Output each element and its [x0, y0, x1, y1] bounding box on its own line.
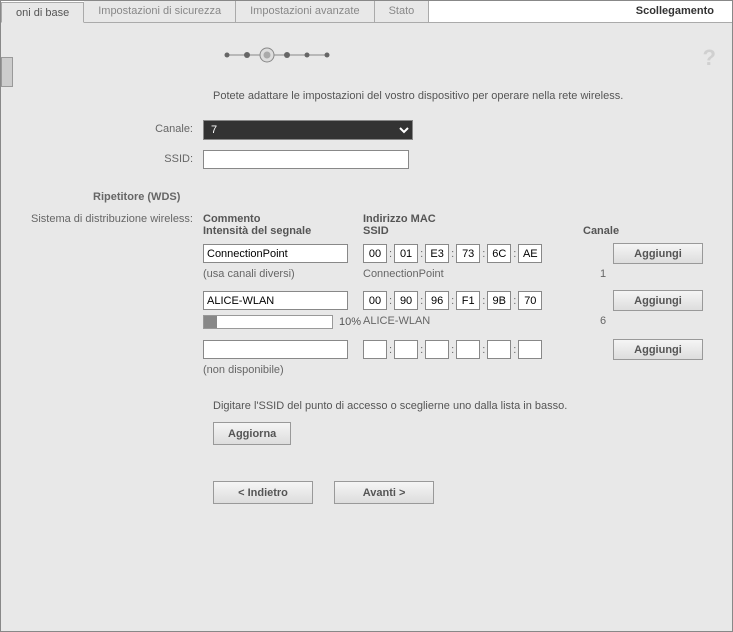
tab-advanced[interactable]: Impostazioni avanzate [236, 1, 374, 22]
colon: : [513, 248, 516, 260]
mac-octet-input[interactable] [518, 291, 542, 310]
wizard-steps [223, 47, 710, 63]
col-channel: Canale [583, 225, 643, 237]
colon: : [482, 344, 485, 356]
colon: : [482, 295, 485, 307]
colon: : [513, 295, 516, 307]
tab-basic[interactable]: oni di base [1, 2, 84, 23]
refresh-button[interactable]: Aggiorna [213, 422, 291, 445]
col-comment: Commento [203, 213, 363, 225]
help-icon[interactable]: ? [703, 45, 716, 71]
colon: : [389, 248, 392, 260]
mac-octet-input[interactable] [363, 340, 387, 359]
mac-octet-input[interactable] [487, 244, 511, 263]
wds-info-channel: 1 [573, 268, 633, 280]
mac-octet-input[interactable] [425, 244, 449, 263]
wds-note: (non disponibile) [203, 364, 363, 376]
wds-info-channel: 6 [573, 315, 633, 329]
wds-row: ::::: Aggiungi [203, 243, 710, 264]
wds-row-info: (usa canali diversi)ConnectionPoint1 [203, 268, 710, 280]
mac-octet-input[interactable] [394, 291, 418, 310]
signal-bar [203, 315, 333, 329]
mac-octet-input[interactable] [456, 291, 480, 310]
channel-select[interactable]: 7 [203, 120, 413, 140]
wds-row-info: 10%ALICE-WLAN6 [203, 315, 710, 329]
mac-octet-input[interactable] [394, 340, 418, 359]
colon: : [389, 295, 392, 307]
wds-row: ::::: Aggiungi [203, 339, 710, 360]
add-button[interactable]: Aggiungi [613, 290, 703, 311]
col-ssid: SSID [363, 225, 583, 237]
mac-octet-input[interactable] [363, 244, 387, 263]
mac-octet-input[interactable] [518, 244, 542, 263]
colon: : [451, 248, 454, 260]
wds-info-ssid: ALICE-WLAN [363, 315, 573, 329]
wds-comment-input[interactable] [203, 340, 348, 359]
colon: : [420, 295, 423, 307]
wds-row-info: (non disponibile) [203, 364, 710, 376]
wds-info-ssid [363, 364, 573, 376]
signal-pct: 10% [339, 316, 361, 328]
wds-comment-input[interactable] [203, 244, 348, 263]
colon: : [513, 344, 516, 356]
colon: : [451, 295, 454, 307]
ssid-input[interactable] [203, 150, 409, 169]
add-button[interactable]: Aggiungi [613, 339, 703, 360]
next-button[interactable]: Avanti > [334, 481, 434, 504]
mac-octet-input[interactable] [394, 244, 418, 263]
colon: : [482, 248, 485, 260]
logout-link[interactable]: Scollegamento [618, 1, 732, 22]
colon: : [451, 344, 454, 356]
intro-text: Potete adattare le impostazioni del vost… [213, 89, 710, 104]
mac-octet-input[interactable] [456, 340, 480, 359]
wds-info-ssid: ConnectionPoint [363, 268, 573, 280]
mac-octet-input[interactable] [487, 340, 511, 359]
tab-security[interactable]: Impostazioni di sicurezza [84, 1, 236, 22]
wds-comment-input[interactable] [203, 291, 348, 310]
tab-status[interactable]: Stato [375, 1, 430, 22]
wds-label: Sistema di distribuzione wireless: [23, 213, 203, 386]
mac-octet-input[interactable] [363, 291, 387, 310]
colon: : [420, 248, 423, 260]
ssid-label: SSID: [23, 150, 203, 165]
ssid-hint: Digitare l'SSID del punto di accesso o s… [213, 400, 710, 412]
wds-note: (usa canali diversi) [203, 268, 363, 280]
wds-info-channel [573, 364, 633, 376]
col-strength: Intensità del segnale [203, 225, 363, 237]
repeater-heading: Ripetitore (WDS) [93, 191, 710, 203]
colon: : [420, 344, 423, 356]
channel-label: Canale: [23, 120, 203, 135]
mac-octet-input[interactable] [456, 244, 480, 263]
wds-row: ::::: Aggiungi [203, 290, 710, 311]
back-button[interactable]: < Indietro [213, 481, 313, 504]
add-button[interactable]: Aggiungi [613, 243, 703, 264]
mac-octet-input[interactable] [518, 340, 542, 359]
mac-octet-input[interactable] [425, 340, 449, 359]
mac-octet-input[interactable] [425, 291, 449, 310]
mac-octet-input[interactable] [487, 291, 511, 310]
colon: : [389, 344, 392, 356]
col-mac: Indirizzo MAC [363, 213, 583, 225]
